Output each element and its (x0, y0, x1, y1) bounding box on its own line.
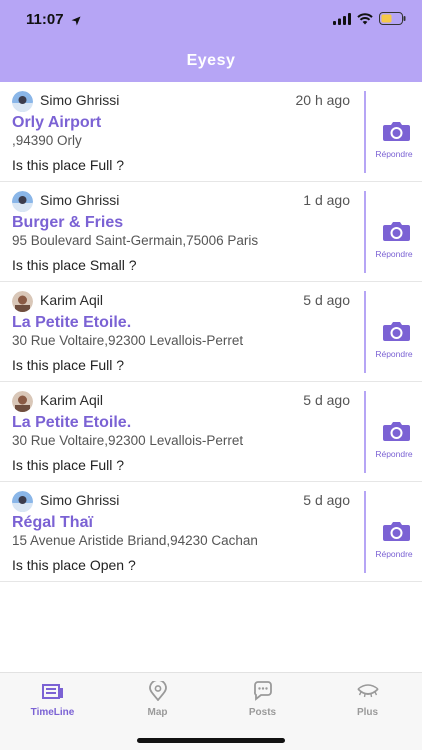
timeline-feed[interactable]: Simo Ghrissi 20 h ago Orly Airport ,9439… (0, 82, 422, 582)
map-pin-icon (149, 681, 167, 701)
list-item[interactable]: Simo Ghrissi 5 d ago Régal Thaï 15 Avenu… (0, 482, 422, 582)
post-question: Is this place Small ? (12, 257, 137, 273)
post-content[interactable]: Karim Aqil 5 d ago La Petite Etoile. 30 … (12, 282, 362, 382)
post-question: Is this place Open ? (12, 557, 136, 573)
post-author: Karim Aqil (40, 392, 104, 408)
camera-icon (383, 222, 410, 241)
chat-bubble-icon (254, 681, 272, 701)
post-content[interactable]: Karim Aqil 5 d ago La Petite Etoile. 30 … (12, 382, 362, 482)
tab-label: Map (147, 707, 168, 718)
post-content[interactable]: Simo Ghrissi 1 d ago Burger & Fries 95 B… (12, 182, 362, 282)
cellular-signal-icon (333, 12, 351, 30)
status-time: 11:07 (26, 11, 64, 28)
list-item[interactable]: Simo Ghrissi 20 h ago Orly Airport ,9439… (0, 82, 422, 182)
home-indicator[interactable] (137, 738, 285, 743)
reply-button[interactable]: Répondre (366, 282, 422, 382)
timeline-icon (42, 684, 63, 699)
camera-icon (383, 122, 410, 141)
list-item[interactable]: Karim Aqil 5 d ago La Petite Etoile. 30 … (0, 282, 422, 382)
place-name[interactable]: Burger & Fries (12, 214, 123, 232)
place-name[interactable]: Régal Thaï (12, 514, 93, 532)
place-name[interactable]: Orly Airport (12, 114, 101, 132)
reply-label: Répondre (375, 149, 413, 159)
place-address: 15 Avenue Aristide Briand,94230 Cachan (12, 533, 258, 548)
reply-button[interactable]: Répondre (366, 482, 422, 582)
battery-icon (379, 12, 406, 30)
tab-posts[interactable]: Posts (210, 673, 315, 729)
reply-button[interactable]: Répondre (366, 82, 422, 182)
avatar (12, 191, 33, 212)
post-author: Karim Aqil (40, 292, 104, 308)
wifi-icon (357, 12, 373, 30)
reply-label: Répondre (375, 249, 413, 259)
post-question: Is this place Full ? (12, 457, 125, 473)
tab-plus[interactable]: Plus (315, 673, 420, 729)
camera-icon (383, 322, 410, 341)
post-author: Simo Ghrissi (40, 192, 120, 208)
reply-label: Répondre (375, 349, 413, 359)
list-item[interactable]: Simo Ghrissi 1 d ago Burger & Fries 95 B… (0, 182, 422, 282)
place-address: 30 Rue Voltaire,92300 Levallois-Perret (12, 433, 244, 448)
location-arrow-icon (71, 13, 81, 31)
app-header: 11:07 Eyesy (0, 0, 422, 82)
post-content[interactable]: Simo Ghrissi 20 h ago Orly Airport ,9439… (12, 82, 362, 182)
list-item[interactable]: Karim Aqil 5 d ago La Petite Etoile. 30 … (0, 382, 422, 482)
tab-map[interactable]: Map (105, 673, 210, 729)
post-time: 5 d ago (303, 292, 350, 308)
status-indicators (333, 12, 406, 30)
header-title: Eyesy (186, 52, 236, 69)
avatar (12, 391, 33, 412)
reply-label: Répondre (375, 449, 413, 459)
reply-label: Répondre (375, 549, 413, 559)
post-time: 5 d ago (303, 492, 350, 508)
place-address: 95 Boulevard Saint-Germain,75006 Paris (12, 233, 259, 248)
place-address: 30 Rue Voltaire,92300 Levallois-Perret (12, 333, 244, 348)
app-screen: 11:07 Eyesy Simo Ghrissi 20 h ago Orly A… (0, 0, 422, 750)
post-author: Simo Ghrissi (40, 492, 120, 508)
tab-label: TimeLine (30, 707, 75, 718)
avatar (12, 291, 33, 312)
camera-icon (383, 522, 410, 541)
post-time: 1 d ago (303, 192, 350, 208)
camera-icon (383, 422, 410, 441)
avatar (12, 91, 33, 112)
reply-button[interactable]: Répondre (366, 182, 422, 282)
post-question: Is this place Full ? (12, 157, 125, 173)
avatar (12, 491, 33, 512)
post-content[interactable]: Simo Ghrissi 5 d ago Régal Thaï 15 Avenu… (12, 482, 362, 582)
post-time: 20 h ago (295, 92, 351, 108)
reply-button[interactable]: Répondre (366, 382, 422, 482)
post-question: Is this place Full ? (12, 357, 125, 373)
eye-lashes-icon (357, 684, 379, 698)
post-time: 5 d ago (303, 392, 350, 408)
place-address: ,94390 Orly (12, 133, 82, 148)
tab-label: Posts (248, 707, 277, 718)
tab-label: Plus (356, 707, 379, 718)
post-author: Simo Ghrissi (40, 92, 120, 108)
place-name[interactable]: La Petite Etoile. (12, 414, 131, 432)
place-name[interactable]: La Petite Etoile. (12, 314, 131, 332)
tab-timeline[interactable]: TimeLine (0, 673, 105, 729)
